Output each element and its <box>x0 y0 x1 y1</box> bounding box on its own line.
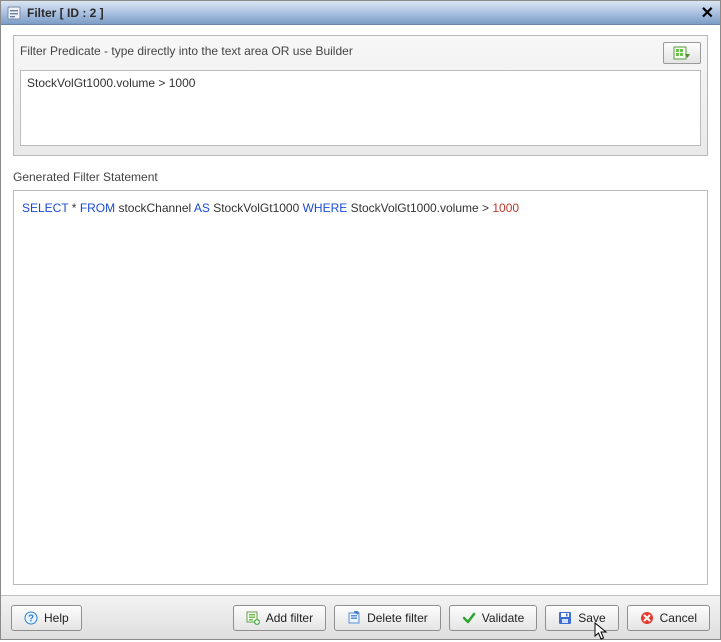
sql-table: stockChannel <box>115 201 194 215</box>
delete-filter-label: Delete filter <box>367 611 428 625</box>
save-label: Save <box>578 611 605 625</box>
help-icon: ? <box>24 611 38 625</box>
sql-select-kw: SELECT <box>22 201 68 215</box>
help-button[interactable]: ? Help <box>11 605 82 631</box>
sql-from-kw: FROM <box>80 201 115 215</box>
delete-filter-icon <box>347 611 361 625</box>
svg-text:?: ? <box>28 613 34 624</box>
validate-button[interactable]: Validate <box>449 605 537 631</box>
sql-cond-val: 1000 <box>492 201 519 215</box>
generated-statement-box: SELECT * FROM stockChannel AS StockVolGt… <box>13 190 708 585</box>
cancel-button[interactable]: Cancel <box>627 605 710 631</box>
predicate-label: Filter Predicate - type directly into th… <box>20 44 353 58</box>
add-filter-icon <box>246 611 260 625</box>
help-label: Help <box>44 611 69 625</box>
cancel-icon <box>640 611 654 625</box>
predicate-header: Filter Predicate - type directly into th… <box>20 42 701 64</box>
builder-button[interactable] <box>663 42 701 64</box>
sql-cond-col: StockVolGt1000.volume > <box>347 201 492 215</box>
check-icon <box>462 611 476 625</box>
dialog-footer: ? Help Add filter Delet <box>1 595 720 639</box>
builder-icon <box>673 46 691 60</box>
sql-where-kw: WHERE <box>303 201 348 215</box>
titlebar: Filter [ ID : 2 ] ✕ <box>1 1 720 25</box>
sql-as-kw: AS <box>194 201 210 215</box>
window-title: Filter [ ID : 2 ] <box>27 6 701 20</box>
add-filter-label: Add filter <box>266 611 313 625</box>
add-filter-button[interactable]: Add filter <box>233 605 326 631</box>
filter-dialog: Filter [ ID : 2 ] ✕ Filter Predicate - t… <box>0 0 721 640</box>
predicate-section: Filter Predicate - type directly into th… <box>13 35 708 156</box>
save-button[interactable]: Save <box>545 605 618 631</box>
dialog-content: Filter Predicate - type directly into th… <box>1 25 720 595</box>
save-icon <box>558 611 572 625</box>
generated-sql: SELECT * FROM stockChannel AS StockVolGt… <box>22 201 699 215</box>
window-icon <box>7 6 21 20</box>
close-button[interactable]: ✕ <box>701 3 714 23</box>
generated-label: Generated Filter Statement <box>13 170 708 184</box>
cancel-label: Cancel <box>660 611 697 625</box>
sql-alias: StockVolGt1000 <box>210 201 303 215</box>
delete-filter-button[interactable]: Delete filter <box>334 605 441 631</box>
sql-star: * <box>68 201 79 215</box>
predicate-input[interactable] <box>20 70 701 146</box>
validate-label: Validate <box>482 611 524 625</box>
